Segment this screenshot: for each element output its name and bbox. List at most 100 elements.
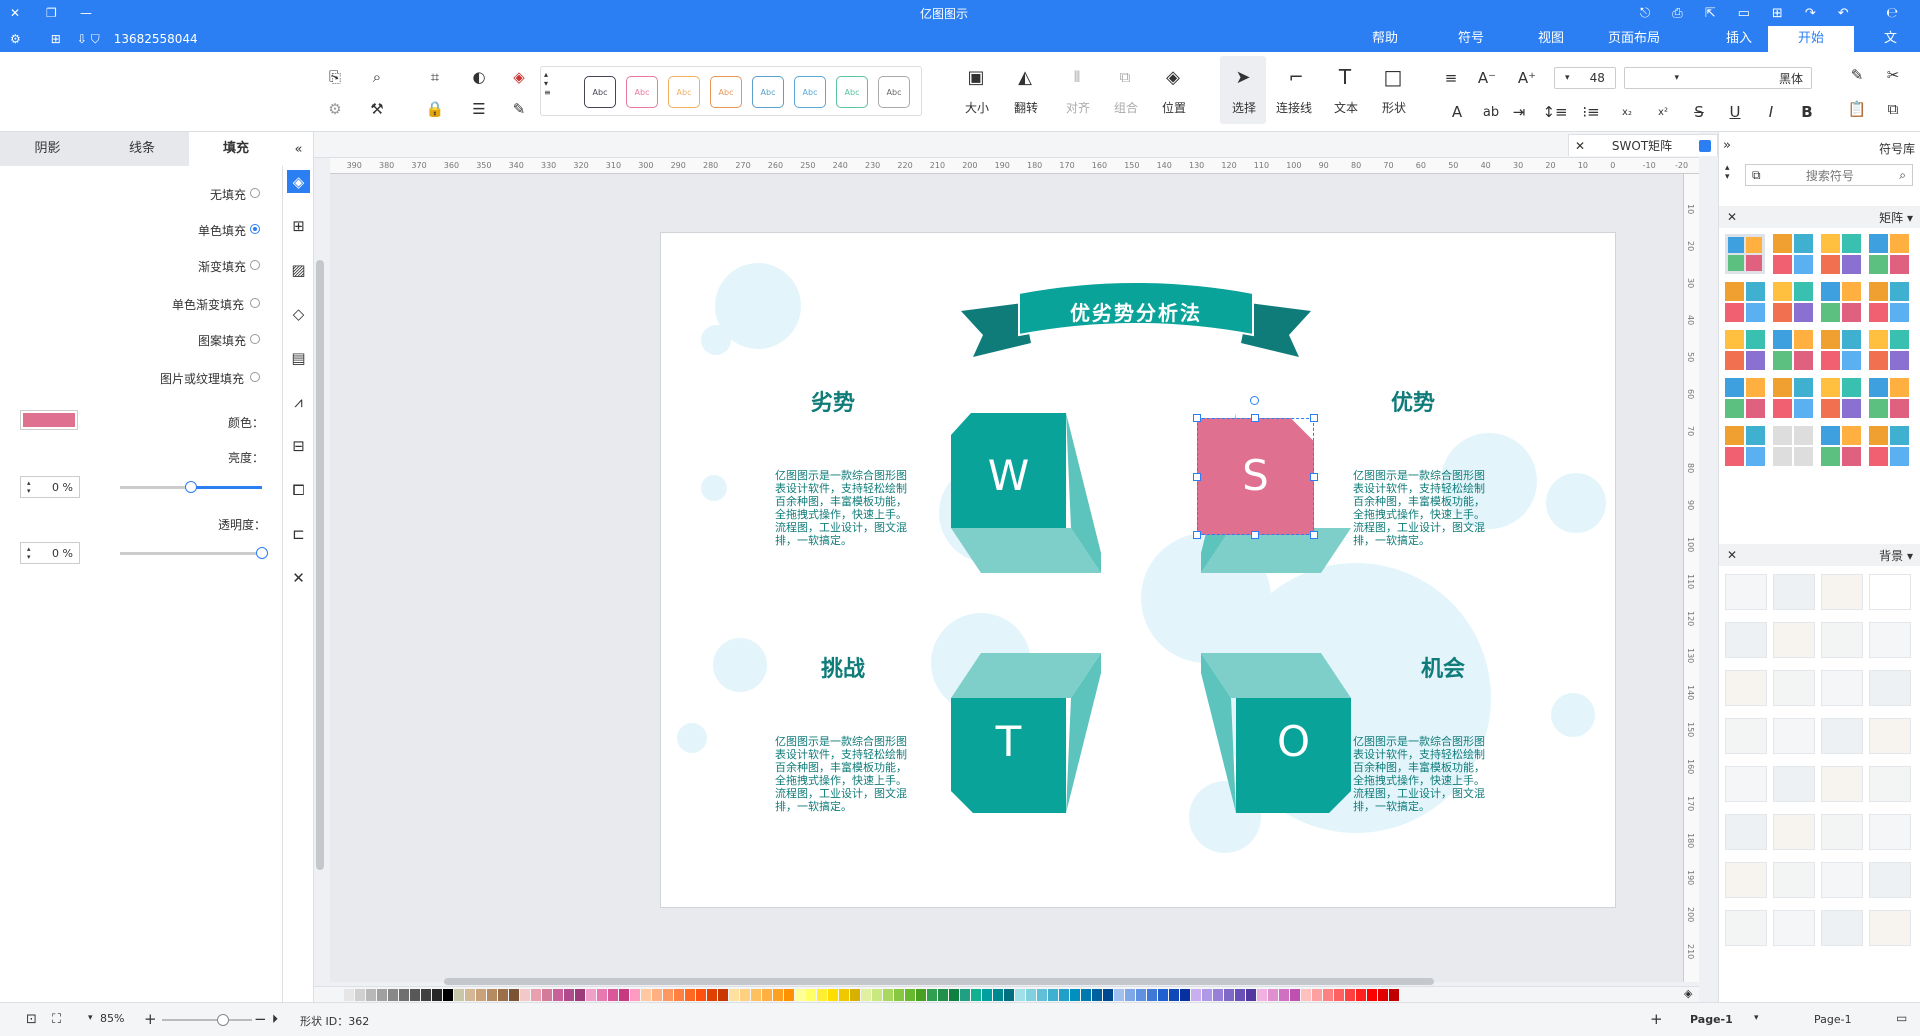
restore-icon[interactable]: ❐	[46, 0, 57, 26]
brightness-input[interactable]: ▴ ▾ 0 %	[20, 476, 80, 498]
style-swatch[interactable]: Abc	[878, 76, 910, 108]
matrix-symbol-thumbnail[interactable]	[1725, 282, 1765, 322]
fill-option-picture[interactable]	[250, 372, 260, 382]
palette-color-swatch[interactable]	[1323, 989, 1333, 1001]
matrix-symbol-thumbnail[interactable]	[1773, 330, 1813, 370]
font-color-icon[interactable]: A	[1446, 101, 1468, 123]
background-thumbnail[interactable]	[1869, 718, 1911, 754]
palette-color-swatch[interactable]	[993, 989, 1003, 1001]
resize-handle[interactable]	[1251, 414, 1259, 422]
flip-icon[interactable]: ◭	[1014, 66, 1036, 88]
matrix-symbol-thumbnail[interactable]	[1821, 426, 1861, 466]
palette-color-swatch[interactable]	[685, 989, 695, 1001]
palette-color-swatch[interactable]	[630, 989, 640, 1001]
palette-color-swatch[interactable]	[1290, 989, 1300, 1001]
align-icon[interactable]: ⫴	[1066, 66, 1088, 88]
palette-color-swatch[interactable]	[1345, 989, 1355, 1001]
palette-color-swatch[interactable]	[1334, 989, 1344, 1001]
palette-color-swatch[interactable]	[894, 989, 904, 1001]
style-swatch[interactable]: Abc	[626, 76, 658, 108]
matrix-symbol-thumbnail[interactable]	[1821, 378, 1861, 418]
palette-color-swatch[interactable]	[839, 989, 849, 1001]
add-page-icon[interactable]: +	[1650, 1010, 1663, 1028]
background-thumbnail[interactable]	[1725, 910, 1767, 946]
palette-color-swatch[interactable]	[1048, 989, 1058, 1001]
palette-color-swatch[interactable]	[432, 989, 442, 1001]
left-scrollbar[interactable]	[316, 260, 324, 870]
layers-icon[interactable]: ◇	[287, 302, 310, 325]
matrix-symbol-thumbnail[interactable]	[1725, 330, 1765, 370]
shadow-icon[interactable]: ◐	[468, 66, 490, 88]
slider-thumb[interactable]	[256, 547, 268, 559]
palette-color-swatch[interactable]	[366, 989, 376, 1001]
line-spacing-icon[interactable]: ↕≡	[1542, 101, 1567, 123]
chart-icon[interactable]: ⩘	[287, 390, 310, 413]
matrix-symbol-thumbnail[interactable]	[1869, 282, 1909, 322]
palette-color-swatch[interactable]	[927, 989, 937, 1001]
background-thumbnail[interactable]	[1821, 574, 1863, 610]
tab-page-layout[interactable]: 页面布局	[1590, 26, 1678, 52]
text-color-icon[interactable]: ab	[1480, 101, 1502, 123]
palette-color-swatch[interactable]	[586, 989, 596, 1001]
background-thumbnail[interactable]	[1821, 910, 1863, 946]
palette-color-swatch[interactable]	[498, 989, 508, 1001]
palette-color-swatch[interactable]	[575, 989, 585, 1001]
background-thumbnail[interactable]	[1773, 910, 1815, 946]
background-thumbnail[interactable]	[1773, 814, 1815, 850]
palette-color-swatch[interactable]	[762, 989, 772, 1001]
background-thumbnail[interactable]	[1869, 670, 1911, 706]
background-thumbnail[interactable]	[1725, 574, 1767, 610]
palette-color-swatch[interactable]	[1301, 989, 1311, 1001]
paste-icon[interactable]: 📋	[1846, 98, 1868, 120]
symbol-search[interactable]: ⧉ 搜索符号 ⌕	[1745, 164, 1913, 186]
zoom-slider[interactable]	[162, 1014, 252, 1026]
background-thumbnail[interactable]	[1821, 670, 1863, 706]
style-swatch[interactable]: Abc	[584, 76, 616, 108]
palette-color-swatch[interactable]	[388, 989, 398, 1001]
palette-color-swatch[interactable]	[652, 989, 662, 1001]
matrix-symbol-thumbnail[interactable]	[1773, 426, 1813, 466]
palette-color-swatch[interactable]	[1026, 989, 1036, 1001]
image-icon[interactable]: ▨	[287, 258, 310, 281]
background-thumbnail[interactable]	[1821, 622, 1863, 658]
matrix-symbol-thumbnail[interactable]	[1821, 234, 1861, 274]
palette-color-swatch[interactable]	[1279, 989, 1289, 1001]
background-thumbnail[interactable]	[1821, 766, 1863, 802]
new-icon[interactable]: ⊞	[1772, 6, 1783, 21]
close-section-icon[interactable]: ✕	[1727, 548, 1737, 562]
slider-thumb[interactable]	[217, 1014, 229, 1026]
grid-view-icon[interactable]: ⊞	[287, 214, 310, 237]
format-icon[interactable]: ⊏	[287, 522, 310, 545]
background-thumbnail[interactable]	[1725, 766, 1767, 802]
background-thumbnail[interactable]	[1725, 718, 1767, 754]
palette-color-swatch[interactable]	[619, 989, 629, 1001]
section-background-header[interactable]: ✕ 背景 ▾	[1719, 544, 1920, 566]
palette-color-swatch[interactable]	[674, 989, 684, 1001]
palette-color-swatch[interactable]	[718, 989, 728, 1001]
close-section-icon[interactable]: ✕	[1727, 210, 1737, 224]
palette-color-swatch[interactable]	[1125, 989, 1135, 1001]
indent-icon[interactable]: ⇥	[1508, 101, 1530, 123]
palette-color-swatch[interactable]	[1180, 989, 1190, 1001]
tab-home[interactable]: 开始	[1768, 26, 1854, 52]
stepper-icon[interactable]: ▴ ▾	[27, 479, 31, 495]
zoom-dropdown-icon[interactable]: ▾	[88, 1013, 93, 1023]
palette-color-swatch[interactable]	[751, 989, 761, 1001]
matrix-symbol-thumbnail[interactable]	[1725, 378, 1765, 418]
background-thumbnail[interactable]	[1869, 766, 1911, 802]
background-thumbnail[interactable]	[1869, 910, 1911, 946]
subscript-icon[interactable]: x₂	[1616, 101, 1638, 123]
resize-handle[interactable]	[1193, 531, 1201, 539]
style-swatch[interactable]: Abc	[710, 76, 742, 108]
shape-icon[interactable]: □	[1382, 65, 1404, 89]
manage-library-icon[interactable]: ⧉	[1752, 168, 1761, 183]
resize-handle[interactable]	[1193, 414, 1201, 422]
palette-color-swatch[interactable]	[883, 989, 893, 1001]
fullscreen-icon[interactable]: ⛶	[52, 1012, 61, 1027]
tab-symbol[interactable]: 符号	[1440, 26, 1502, 52]
palette-color-swatch[interactable]	[542, 989, 552, 1001]
copy-icon[interactable]: ⧉	[1882, 98, 1904, 120]
tab-fill[interactable]: 填充	[189, 132, 283, 166]
background-thumbnail[interactable]	[1821, 718, 1863, 754]
search-icon[interactable]: ⌕	[1899, 168, 1906, 183]
